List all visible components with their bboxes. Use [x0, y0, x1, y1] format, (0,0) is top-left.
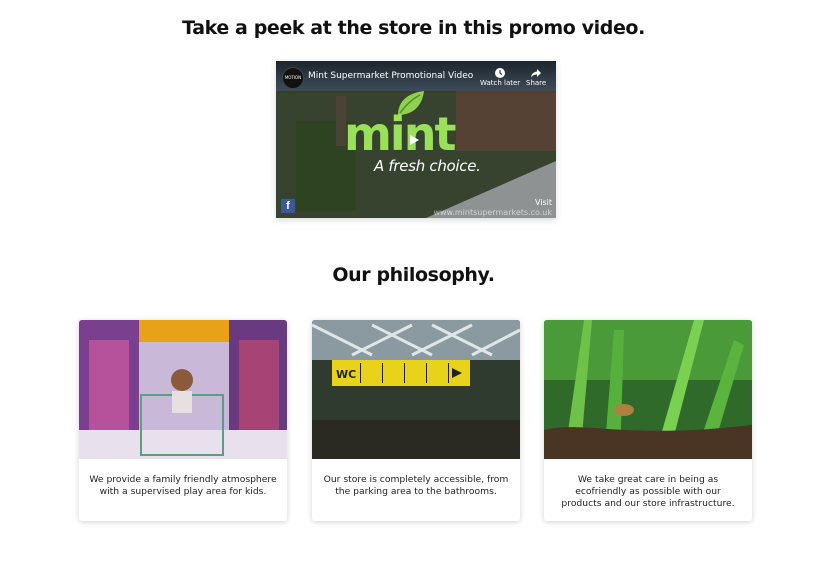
philosophy-card-accessible: WC Our store is completely accessible, f… — [312, 320, 520, 521]
visit-url: www.mintsupermarkets.co.uk — [433, 208, 552, 217]
watch-later-button[interactable]: Watch later — [480, 67, 520, 87]
watch-later-label: Watch later — [480, 79, 521, 87]
card-text-family: We provide a family friendly atmosphere … — [89, 474, 277, 497]
card-text-accessible: Our store is completely accessible, from… — [323, 474, 509, 497]
visit-label: Visit — [534, 198, 552, 207]
mint-logo: mint — [344, 107, 456, 161]
facebook-icon[interactable]: f — [281, 199, 295, 213]
card-text-eco: We take great care in being as ecofriend… — [561, 474, 735, 509]
green-sprouts-image — [544, 320, 752, 459]
video-tagline: A fresh choice. — [374, 157, 481, 175]
visit-link[interactable]: Visit www.mintsupermarkets.co.uk — [433, 198, 552, 218]
philosophy-heading: Our philosophy. — [332, 264, 495, 286]
wc-sign-text: WC — [336, 368, 356, 381]
toy-aisle-image — [79, 320, 287, 459]
philosophy-card-family: We provide a family friendly atmosphere … — [79, 320, 287, 521]
channel-avatar[interactable]: MOTION — [282, 67, 304, 89]
video-title[interactable]: Mint Supermarket Promotional Video — [308, 71, 473, 81]
promo-video-player[interactable]: MOTION Mint Supermarket Promotional Vide… — [276, 61, 556, 218]
accessibility-sign-image: WC — [312, 320, 520, 459]
clock-icon — [480, 67, 520, 79]
share-label: Share — [526, 79, 547, 87]
share-button[interactable]: Share — [526, 67, 546, 87]
philosophy-card-eco: We take great care in being as ecofriend… — [544, 320, 752, 521]
play-icon[interactable] — [407, 133, 421, 147]
promo-heading: Take a peek at the store in this promo v… — [182, 17, 645, 39]
share-arrow-icon — [526, 67, 546, 79]
